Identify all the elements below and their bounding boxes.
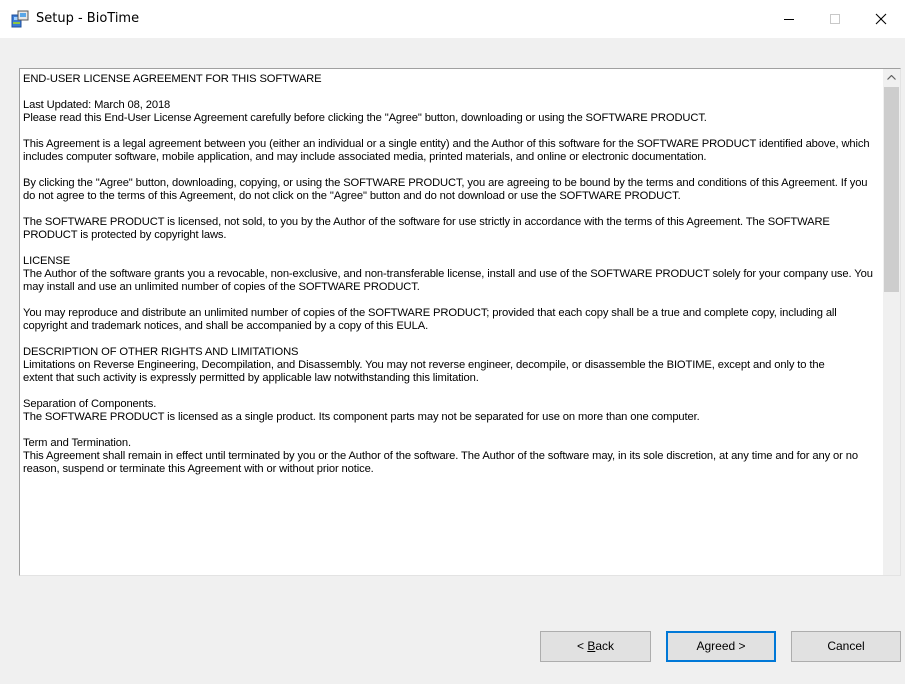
cancel-button[interactable]: Cancel bbox=[791, 631, 901, 662]
license-paragraph: Term and Termination. This Agreement sha… bbox=[23, 437, 858, 475]
setup-app-icon bbox=[11, 10, 29, 28]
scroll-up-button[interactable] bbox=[883, 69, 900, 86]
license-paragraph: Separation of Components. The SOFTWARE P… bbox=[23, 398, 700, 423]
license-text-box[interactable]: END-USER LICENSE AGREEMENT FOR THIS SOFT… bbox=[19, 68, 901, 576]
agree-button[interactable]: Agreed > bbox=[666, 631, 776, 662]
license-paragraph: END-USER LICENSE AGREEMENT FOR THIS SOFT… bbox=[23, 73, 322, 85]
cancel-button-label: Cancel bbox=[827, 639, 865, 653]
license-paragraph: DESCRIPTION OF OTHER RIGHTS AND LIMITATI… bbox=[23, 346, 825, 384]
chevron-up-icon bbox=[887, 75, 896, 80]
license-paragraph: You may reproduce and distribute an unli… bbox=[23, 307, 837, 332]
license-paragraph: Last Updated: March 08, 2018 Please read… bbox=[23, 99, 707, 124]
maximize-button[interactable] bbox=[812, 0, 858, 38]
close-icon bbox=[875, 13, 887, 25]
minimize-icon bbox=[784, 19, 794, 20]
back-button-label: ack bbox=[595, 639, 615, 653]
minimize-button[interactable] bbox=[766, 0, 812, 38]
close-button[interactable] bbox=[858, 0, 904, 38]
vertical-scrollbar[interactable] bbox=[883, 69, 900, 575]
license-text: END-USER LICENSE AGREEMENT FOR THIS SOFT… bbox=[23, 73, 880, 489]
maximize-icon bbox=[830, 14, 840, 24]
license-paragraph: This Agreement is a legal agreement betw… bbox=[23, 138, 870, 163]
back-button[interactable]: < Back bbox=[540, 631, 651, 662]
back-button-prefix: < bbox=[576, 639, 588, 653]
license-paragraph: LICENSE The Author of the software grant… bbox=[23, 255, 873, 293]
agree-button-label: Agreed > bbox=[696, 639, 746, 653]
license-paragraph: By clicking the "Agree" button, download… bbox=[23, 177, 868, 202]
scroll-thumb[interactable] bbox=[884, 87, 899, 292]
license-paragraph: The SOFTWARE PRODUCT is licensed, not so… bbox=[23, 216, 830, 241]
title-bar[interactable]: Setup - BioTime bbox=[0, 0, 905, 38]
window-title: Setup - BioTime bbox=[36, 11, 140, 26]
